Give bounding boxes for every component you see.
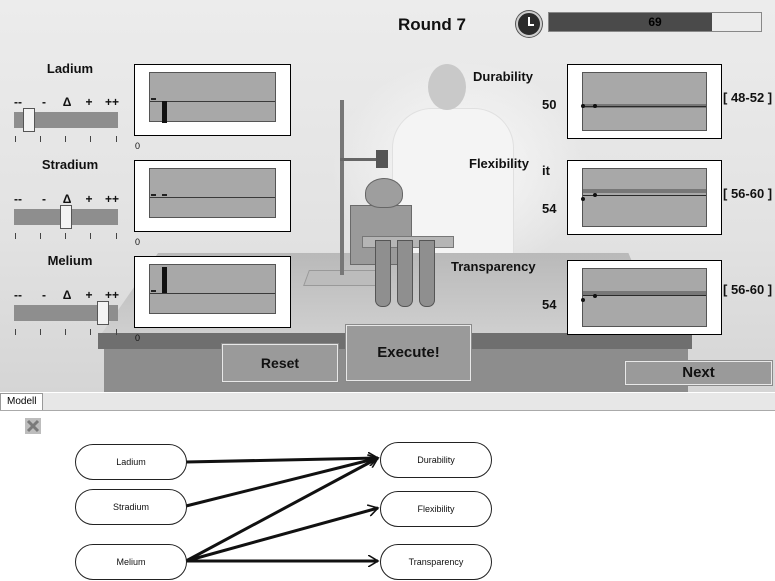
scientist-head [428,64,466,110]
transparency-history-panel [567,260,722,335]
melium-history-plot [149,264,276,314]
history-mark [151,194,156,196]
timer-value: 69 [648,15,662,29]
execute-button[interactable]: Execute! [346,325,471,381]
slider-ticks [14,329,118,337]
lab-scene: Round 7 69 Ladium -- - Δ + ++ 0 Stradium… [0,0,775,392]
scale-plus: + [85,288,93,302]
history-point [593,193,597,197]
edge-stradium-durability[interactable] [185,458,378,508]
stradium-history-panel: 0 [134,160,291,247]
slider-scale-melium: -- - Δ + ++ [14,288,120,302]
scale-delta: Δ [62,192,72,206]
history-bar [162,267,167,293]
model-node-melium[interactable]: Melium [75,544,187,580]
history-mark [162,194,167,196]
slider-thumb-stradium[interactable] [60,205,72,229]
input-title-melium: Melium [47,253,93,268]
test-tube [397,240,413,307]
model-tab-bar: Modell [0,393,775,411]
history-mark [151,290,156,292]
edge-melium-durability[interactable] [185,458,378,563]
output-title-transparency: Transparency [451,259,536,274]
scale-delta: Δ [62,288,72,302]
stand-rod [340,100,344,275]
flask-icon [365,178,403,208]
causal-model-canvas: Ladium Stradium Melium Durability Flexib… [0,411,775,581]
next-button[interactable]: Next [625,361,772,385]
slider-thumb-melium[interactable] [96,301,109,325]
scale-minus: - [42,192,46,206]
history-mark [151,98,156,100]
model-node-transparency[interactable]: Transparency [380,544,492,580]
scale-minus-minus: -- [14,288,22,302]
slider-scale-stradium: -- - Δ + ++ [14,192,120,206]
tab-modell[interactable]: Modell [0,393,44,410]
test-tube [375,240,391,307]
history-point [581,197,585,201]
flexibility-history-plot [581,168,707,227]
slider-ticks [14,136,118,144]
melium-history-panel: 0 [134,256,291,343]
scale-minus: - [42,95,46,109]
slider-melium[interactable] [14,301,118,325]
history-bar [162,101,167,123]
history-point [581,104,585,108]
durability-history-plot [581,72,707,131]
slider-scale-ladium: -- - Δ + ++ [14,95,120,109]
input-title-stradium: Stradium [41,157,99,172]
timer-bar: 69 [548,12,762,32]
scale-minus: - [42,288,46,302]
slider-ladium[interactable] [14,108,118,132]
history-point [593,294,597,298]
output-title-durability: Durability [473,69,533,84]
clock-icon [516,11,542,37]
model-node-flexibility[interactable]: Flexibility [380,491,492,527]
scale-plus: + [85,95,93,109]
axis-zero-label: 0 [135,141,141,151]
history-point [581,298,585,302]
output-value-flexibility: 54 [542,201,557,216]
scale-delta: Δ [62,95,72,109]
scale-plus-plus: ++ [104,95,120,109]
model-node-stradium[interactable]: Stradium [75,489,187,525]
scale-minus-minus: -- [14,95,22,109]
reset-button[interactable]: Reset [222,344,338,382]
model-node-durability[interactable]: Durability [380,442,492,478]
axis-zero-label: 0 [135,237,141,247]
test-tube [419,240,435,307]
edge-melium-flexibility[interactable] [185,508,378,563]
stradium-history-plot [149,168,276,218]
output-range-durability: [ 48-52 ] [723,90,773,105]
round-label: Round 7 [398,15,466,34]
slider-thumb-ladium[interactable] [23,108,36,132]
model-node-ladium[interactable]: Ladium [75,444,187,480]
history-point [593,104,597,108]
input-title-ladium: Ladium [46,61,94,76]
output-title-flexibility: Flexibility [469,156,529,171]
scale-plus-plus: ++ [104,192,120,206]
durability-history-panel [567,64,722,139]
scale-minus-minus: -- [14,192,22,206]
ladium-history-plot [149,72,276,123]
slider-stradium[interactable] [14,205,118,229]
scale-plus-plus: ++ [104,288,120,302]
scale-plus: + [85,192,93,206]
slider-ticks [14,233,118,241]
output-value-durability: 50 [542,97,557,112]
microworld-app: Round 7 69 Ladium -- - Δ + ++ 0 Stradium… [0,0,775,581]
flexibility-history-panel [567,160,722,235]
ladium-history-panel: 0 [134,64,291,151]
output-range-transparency: [ 56-60 ] [723,282,773,297]
edge-ladium-durability[interactable] [185,458,378,462]
output-value-transparency: 54 [542,297,557,312]
output-extra-flexibility: it [542,163,550,178]
transparency-history-plot [581,268,707,327]
stand-clamp [376,150,388,168]
axis-zero-label: 0 [135,333,141,343]
output-range-flexibility: [ 56-60 ] [723,186,773,201]
